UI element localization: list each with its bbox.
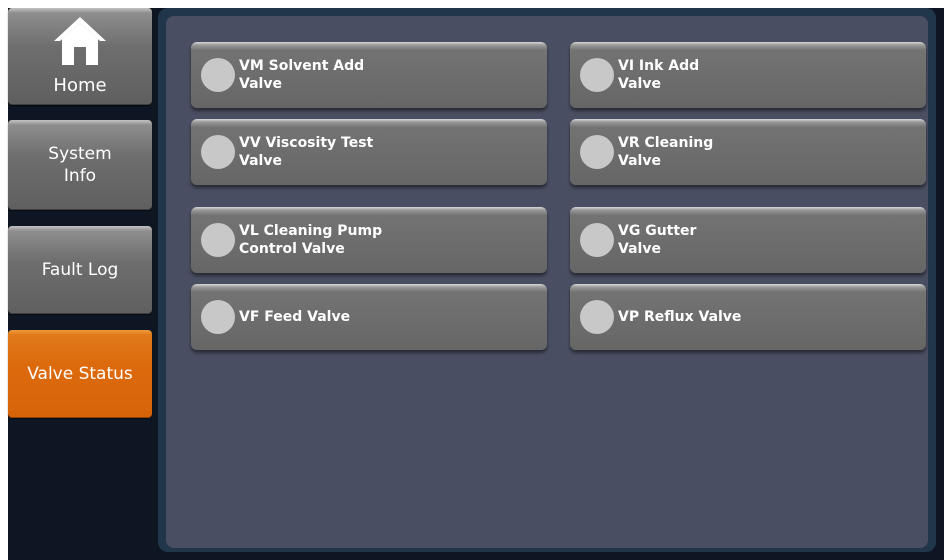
valve-card-vg[interactable]: VG Gutter Valve: [570, 207, 926, 273]
system-info-label: System Info: [48, 144, 112, 186]
valve-label-vg: VG Gutter Valve: [618, 223, 697, 257]
valve-label-vl: VL Cleaning Pump Control Valve: [239, 223, 383, 257]
valve-card-vv[interactable]: VV Viscosity Test Valve: [191, 119, 547, 185]
valve-indicator-vl: [201, 223, 235, 257]
valve-indicator-vr: [580, 135, 614, 169]
valve-label-vp: VP Reflux Valve: [618, 309, 742, 325]
fault-log-button[interactable]: Fault Log: [8, 226, 152, 314]
valve-card-vr[interactable]: VR Cleaning Valve: [570, 119, 926, 185]
valve-indicator-vf: [201, 300, 235, 334]
valve-label-vr: VR Cleaning Valve: [618, 135, 714, 169]
system-info-button[interactable]: System Info: [8, 120, 152, 210]
valve-card-vf[interactable]: VF Feed Valve: [191, 284, 547, 350]
valve-label-vi: VI Ink Add Valve: [618, 58, 700, 92]
valve-indicator-vp: [580, 300, 614, 334]
valve-status-label: Valve Status: [27, 364, 133, 384]
valve-label-vm: VM Solvent Add Valve: [239, 58, 365, 92]
home-icon: [52, 15, 108, 71]
home-button[interactable]: Home: [8, 8, 152, 105]
fault-log-label: Fault Log: [41, 260, 119, 280]
valve-card-vi[interactable]: VI Ink Add Valve: [570, 42, 926, 108]
valve-indicator-vv: [201, 135, 235, 169]
home-label: Home: [53, 75, 107, 96]
valve-indicator-vg: [580, 223, 614, 257]
valve-indicator-vm: [201, 58, 235, 92]
valve-card-vp[interactable]: VP Reflux Valve: [570, 284, 926, 350]
valve-card-vl[interactable]: VL Cleaning Pump Control Valve: [191, 207, 547, 273]
valve-label-vf: VF Feed Valve: [239, 309, 351, 325]
valve-panel: VM Solvent Add Valve VI Ink Add Valve VV…: [166, 16, 928, 548]
valve-indicator-vi: [580, 58, 614, 92]
valve-status-button[interactable]: Valve Status: [8, 330, 152, 418]
valve-card-vm[interactable]: VM Solvent Add Valve: [191, 42, 547, 108]
valve-label-vv: VV Viscosity Test Valve: [239, 135, 374, 169]
